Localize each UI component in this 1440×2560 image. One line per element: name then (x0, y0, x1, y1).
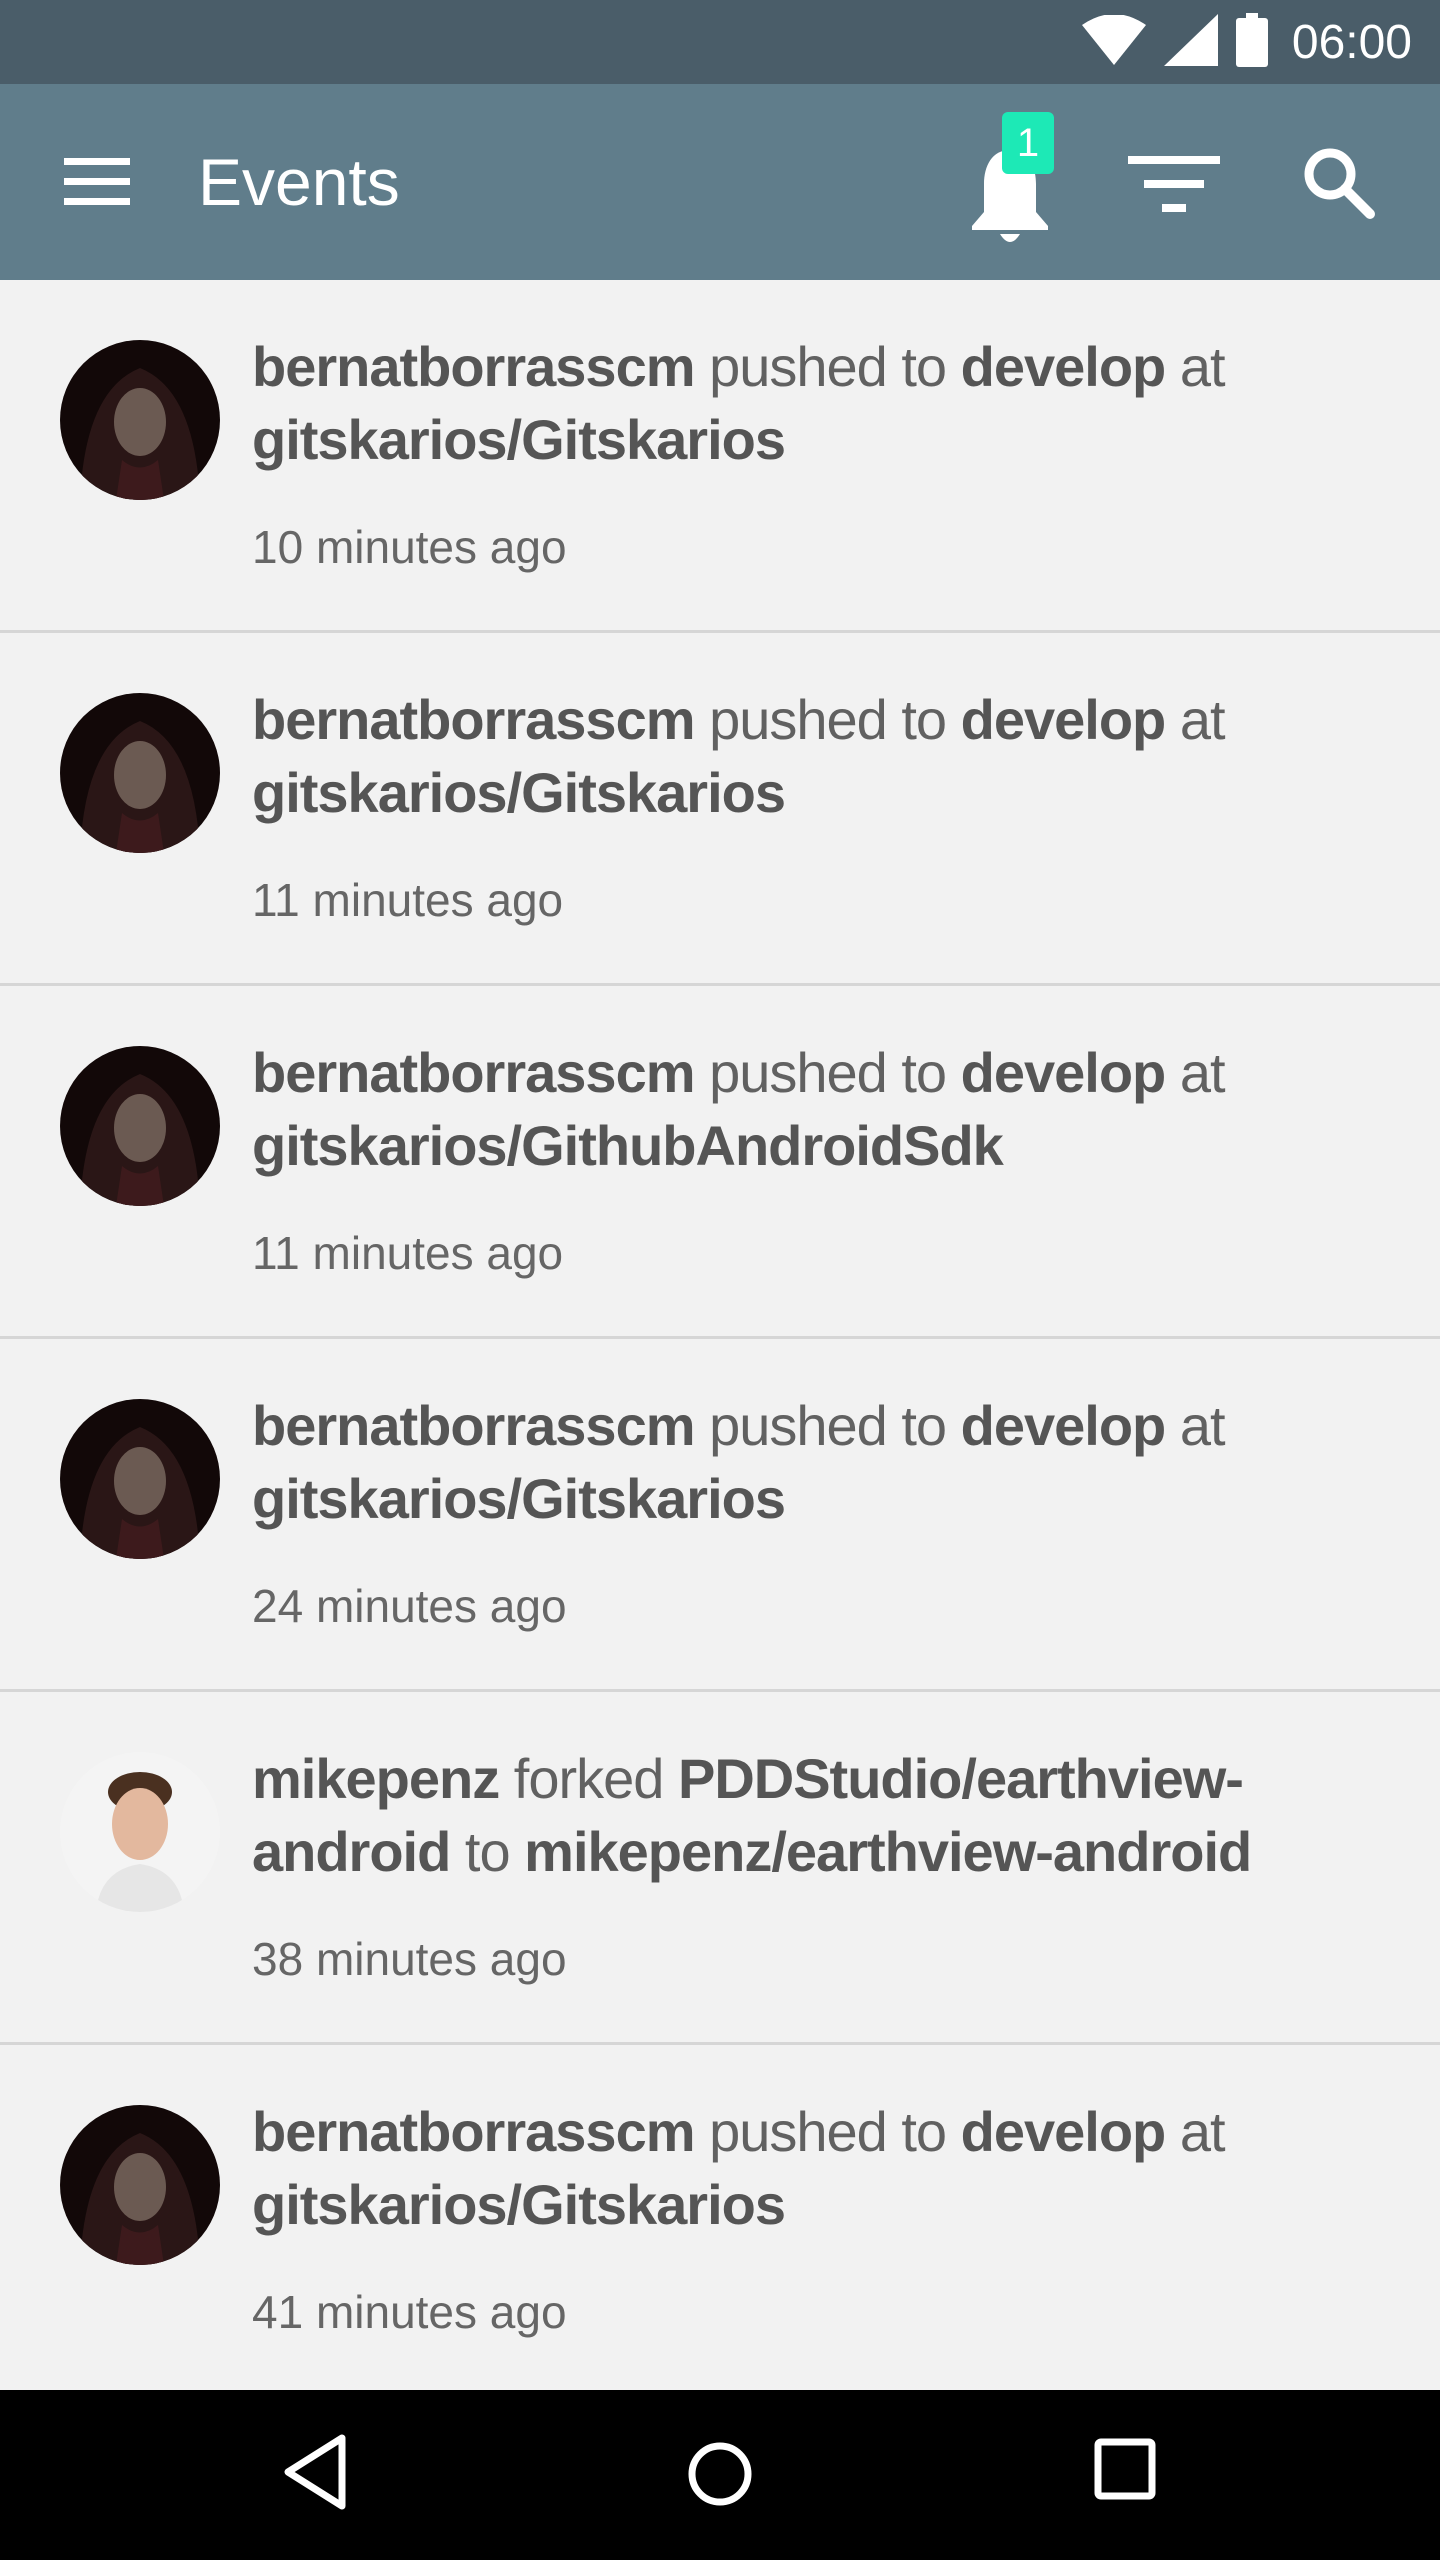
status-icons: 06:00 (1081, 0, 1412, 84)
event-repo[interactable]: gitskarios/GithubAndroidSdk (252, 1114, 1004, 1177)
filter-icon (1128, 156, 1220, 212)
app-bar: Events 1 (0, 84, 1440, 280)
event-user[interactable]: bernatborrasscm (252, 335, 696, 398)
notifications-button[interactable]: 1 (960, 112, 1090, 252)
notification-badge: 1 (1002, 112, 1054, 174)
wifi-icon (1081, 13, 1146, 70)
hooded-user-avatar[interactable] (60, 693, 220, 853)
event-item[interactable]: bernatborrasscm pushed to develop at git… (0, 2045, 1440, 2390)
event-repo[interactable]: gitskarios/Gitskarios (252, 408, 786, 471)
event-user[interactable]: bernatborrasscm (252, 688, 696, 751)
hooded-user-avatar[interactable] (60, 1046, 220, 1206)
event-item[interactable]: bernatborrasscm pushed to develop at git… (0, 280, 1440, 633)
event-time: 10 minutes ago (252, 521, 567, 573)
event-repo[interactable]: gitskarios/Gitskarios (252, 761, 786, 824)
event-description: bernatborrasscm pushed to develop at git… (252, 335, 1226, 471)
recent-apps-icon (1094, 2438, 1156, 2500)
status-bar: 06:00 (0, 0, 1440, 84)
event-user[interactable]: bernatborrasscm (252, 1041, 696, 1104)
event-item[interactable]: bernatborrasscm pushed to develop at git… (0, 986, 1440, 1339)
event-description: bernatborrasscm pushed to develop at git… (252, 2100, 1226, 2236)
event-item[interactable]: bernatborrasscm pushed to develop at git… (0, 1339, 1440, 1692)
event-description: mikepenz forked PDDStudio/earthview-andr… (252, 1747, 1252, 1883)
event-target-repo[interactable]: mikepenz/earthview-android (524, 1820, 1252, 1883)
event-time: 11 minutes ago (252, 874, 564, 926)
hooded-user-avatar[interactable] (60, 340, 220, 500)
event-time: 41 minutes ago (252, 2286, 567, 2338)
event-item[interactable]: mikepenz forked PDDStudio/earthview-andr… (0, 1692, 1440, 2045)
home-icon (688, 2442, 752, 2506)
home-button[interactable] (684, 2434, 756, 2514)
recent-apps-button[interactable] (1092, 2436, 1158, 2502)
navigation-bar (0, 2390, 1440, 2560)
hooded-user-avatar[interactable] (60, 2105, 220, 2265)
event-repo[interactable]: gitskarios/Gitskarios (252, 2173, 786, 2236)
event-description: bernatborrasscm pushed to develop at git… (252, 688, 1226, 824)
battery-icon (1235, 12, 1268, 72)
page-title: Events (198, 145, 400, 219)
hooded-user-avatar[interactable] (60, 1399, 220, 1559)
filter-button[interactable] (1128, 152, 1220, 220)
status-time: 06:00 (1291, 15, 1412, 69)
signal-icon (1163, 13, 1218, 71)
event-branch[interactable]: develop (961, 335, 1167, 398)
event-description: bernatborrasscm pushed to develop at git… (252, 1041, 1226, 1177)
portrait-user-avatar[interactable] (60, 1752, 220, 1912)
events-screen: 06:00 Events 1 bernatborrasscm pushed to… (0, 0, 1440, 2560)
event-branch[interactable]: develop (961, 688, 1167, 751)
events-list: bernatborrasscm pushed to develop at git… (0, 280, 1440, 2390)
menu-icon (64, 158, 130, 205)
back-button[interactable] (280, 2432, 352, 2512)
menu-button[interactable] (64, 154, 130, 210)
event-item[interactable]: bernatborrasscm pushed to develop at git… (0, 633, 1440, 986)
event-branch[interactable]: develop (961, 2100, 1167, 2163)
search-button[interactable] (1300, 144, 1380, 224)
event-branch[interactable]: develop (961, 1041, 1167, 1104)
event-user[interactable]: mikepenz (252, 1747, 500, 1810)
event-time: 38 minutes ago (252, 1933, 567, 1985)
event-time: 24 minutes ago (252, 1580, 567, 1632)
event-branch[interactable]: develop (961, 1394, 1167, 1457)
event-time: 11 minutes ago (252, 1227, 564, 1279)
search-icon (1304, 148, 1375, 219)
back-icon (284, 2434, 346, 2510)
event-repo[interactable]: gitskarios/Gitskarios (252, 1467, 786, 1530)
event-description: bernatborrasscm pushed to develop at git… (252, 1394, 1226, 1530)
event-user[interactable]: bernatborrasscm (252, 2100, 696, 2163)
event-user[interactable]: bernatborrasscm (252, 1394, 696, 1457)
